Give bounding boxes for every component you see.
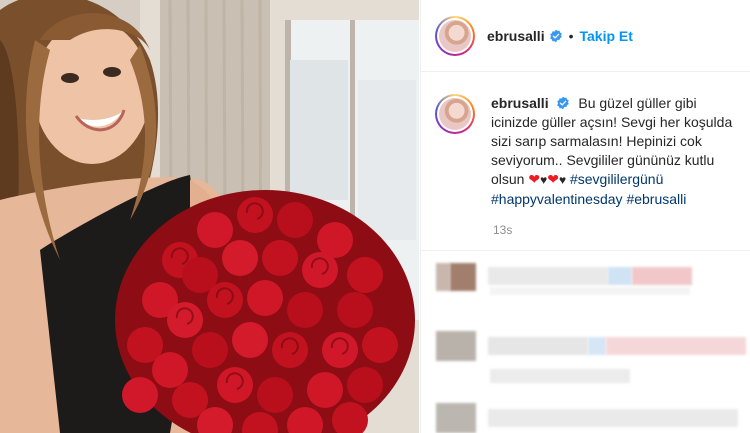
follow-button[interactable]: Takip Et bbox=[580, 28, 633, 44]
verified-badge-icon bbox=[549, 29, 563, 43]
avatar bbox=[439, 19, 471, 52]
caption-avatar-border bbox=[437, 96, 473, 132]
caption-verified-badge-icon bbox=[556, 96, 570, 110]
story-ring-avatar[interactable] bbox=[435, 15, 475, 56]
post-timestamp: 13s bbox=[493, 223, 513, 237]
post-image[interactable] bbox=[0, 0, 419, 433]
post-header: ebrusalli • Takip Et bbox=[421, 0, 750, 72]
red-heart-emoji-1: ❤ bbox=[528, 171, 541, 187]
caption-text: ebrusalli Bu güzel güller gibi icinizde … bbox=[491, 94, 736, 209]
hashtag-link[interactable]: #happyvalentinesday bbox=[491, 191, 623, 207]
blurred-comment-row bbox=[420, 327, 750, 383]
caption-avatar[interactable] bbox=[435, 94, 475, 134]
header-username[interactable]: ebrusalli bbox=[487, 28, 545, 44]
header-separator: • bbox=[568, 27, 574, 44]
blurred-comment-row bbox=[420, 257, 750, 297]
avatar-border bbox=[437, 17, 473, 54]
red-heart-emoji-2: ❤ bbox=[547, 171, 559, 187]
blurred-comment-row bbox=[420, 399, 750, 433]
post-photo-illustration bbox=[0, 0, 419, 433]
blurred-comments bbox=[420, 250, 750, 433]
caption-avatar-image bbox=[439, 98, 471, 130]
black-heart-emoji-2: ♥ bbox=[558, 173, 567, 187]
caption-username[interactable]: ebrusalli bbox=[491, 95, 549, 111]
hashtag-link[interactable]: #sevgililergünü bbox=[570, 171, 663, 187]
hashtag-link[interactable]: #ebrusalli bbox=[626, 191, 686, 207]
caption-block: ebrusalli Bu güzel güller gibi icinizde … bbox=[421, 72, 750, 209]
